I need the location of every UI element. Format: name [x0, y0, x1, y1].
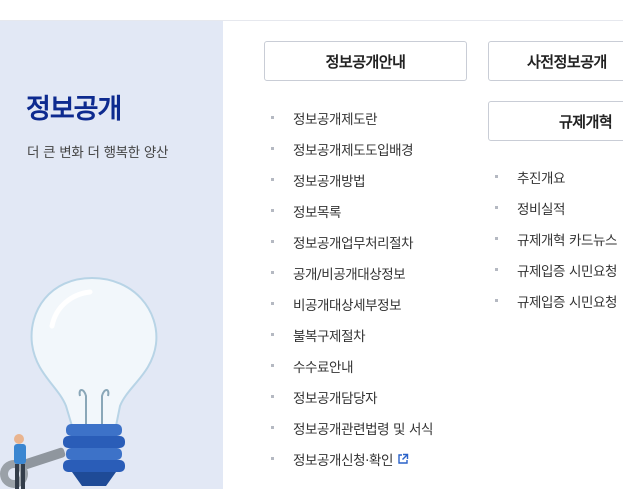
bullet-icon [495, 206, 498, 209]
regulatory-reform-menu: 추진개요 정비실적 규제개혁 카드뉴스 규제입증 시민요청 규제입증 시민요청 [495, 161, 617, 316]
menu-item[interactable]: 정보공개방법 [271, 164, 433, 195]
bullet-icon [271, 395, 274, 398]
bullet-icon [495, 175, 498, 178]
menu-item[interactable]: 정보공개제도란 [271, 102, 433, 133]
bullet-icon [271, 178, 274, 181]
menu-item[interactable]: 추진개요 [495, 161, 617, 192]
menu-item[interactable]: 불복구제절차 [271, 319, 433, 350]
menu-item[interactable]: 규제입증 시민요청 [495, 285, 617, 316]
menu-item[interactable]: 수수료안내 [271, 350, 433, 381]
bullet-icon [271, 302, 274, 305]
bullet-icon [271, 147, 274, 150]
pre-disclosure-button[interactable]: 사전정보공개 [488, 41, 623, 81]
regulatory-reform-button[interactable]: 규제개혁 [488, 101, 623, 141]
external-link-icon [398, 453, 409, 464]
bullet-icon [271, 333, 274, 336]
menu-item[interactable]: 정보공개담당자 [271, 381, 433, 412]
section-title: 정보공개 [26, 94, 122, 125]
menu-item[interactable]: 정비실적 [495, 192, 617, 223]
bullet-icon [271, 457, 274, 460]
menu-item-info-request[interactable]: 정보공개신청·확인 [271, 443, 433, 474]
menu-item[interactable]: 공개/비공개대상정보 [271, 257, 433, 288]
menu-item[interactable]: 정보공개관련법령 및 서식 [271, 412, 433, 443]
menu-item[interactable]: 규제입증 시민요청 [495, 254, 617, 285]
menu-item[interactable]: 정보공개제도도입배경 [271, 133, 433, 164]
menu-item[interactable]: 정보목록 [271, 195, 433, 226]
bullet-icon [271, 240, 274, 243]
bullet-icon [271, 116, 274, 119]
left-panel: 정보공개 더 큰 변화 더 행복한 양산 [0, 21, 223, 489]
bullet-icon [271, 271, 274, 274]
bullet-icon [495, 237, 498, 240]
menu-item[interactable]: 정보공개업무처리절차 [271, 226, 433, 257]
bullet-icon [271, 209, 274, 212]
menu-item[interactable]: 규제개혁 카드뉴스 [495, 223, 617, 254]
info-guide-button[interactable]: 정보공개안내 [264, 41, 467, 81]
bullet-icon [271, 426, 274, 429]
section-subtitle: 더 큰 변화 더 행복한 양산 [27, 145, 169, 161]
bullet-icon [495, 299, 498, 302]
bullet-icon [271, 364, 274, 367]
top-divider [0, 0, 623, 21]
bullet-icon [495, 268, 498, 271]
menu-item[interactable]: 비공개대상세부정보 [271, 288, 433, 319]
lightbulb-illustration [0, 256, 223, 489]
info-guide-menu: 정보공개제도란 정보공개제도도입배경 정보공개방법 정보목록 정보공개업무처리절… [271, 102, 433, 474]
